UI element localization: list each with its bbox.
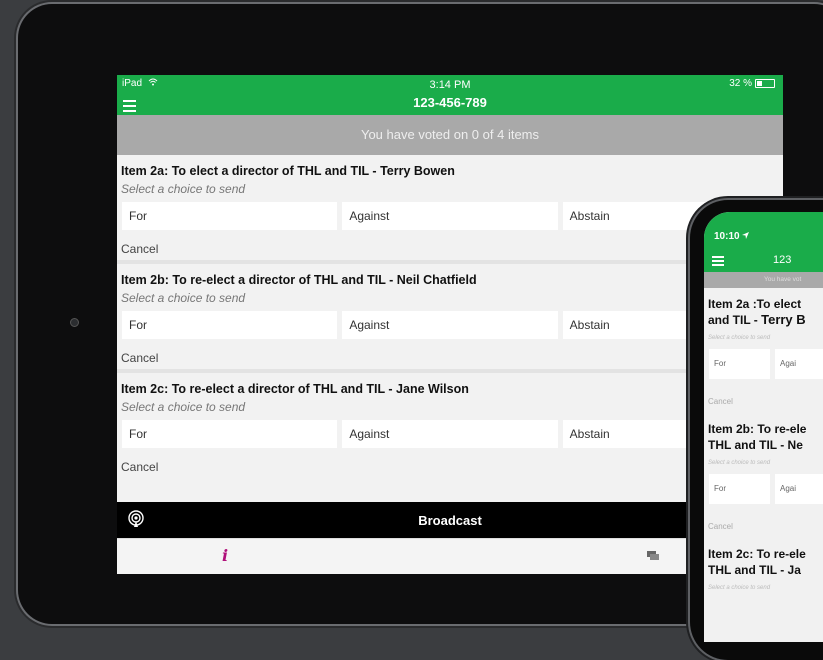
iphone-status-bar: 10:10 123 bbox=[704, 212, 823, 272]
iphone-screen: 10:10 123 You have vot Item 2a :To elect… bbox=[704, 212, 823, 642]
bottom-tab-bar: i bbox=[117, 538, 783, 575]
vote-item: Item 2b: To re-elect a director of THL a… bbox=[117, 264, 783, 373]
battery-icon bbox=[755, 79, 775, 88]
status-time: 3:14 PM bbox=[429, 79, 471, 91]
iphone-time-text: 10:10 bbox=[714, 231, 740, 242]
item-title: Item 2a :To elect and TIL - Terry B bbox=[704, 288, 823, 328]
voted-status-bar: You have voted on 0 of 4 items bbox=[117, 115, 783, 155]
broadcast-bar[interactable]: Broadcast bbox=[117, 502, 783, 538]
info-icon[interactable]: i bbox=[222, 546, 228, 565]
item-title: Item 2a: To elect a director of THL and … bbox=[121, 164, 455, 178]
battery-indicator: 32 % bbox=[729, 78, 775, 89]
item-title-line: THL and TIL - Ne bbox=[708, 438, 803, 452]
item-subtitle: Select a choice to send bbox=[708, 460, 771, 466]
ipad-status-bar: iPad 3:14 PM 123-456-789 32 % bbox=[117, 75, 783, 115]
iphone-status-time: 10:10 bbox=[714, 231, 750, 242]
choice-group: For Against Abstain bbox=[117, 305, 783, 339]
voted-status-bar: You have vot bbox=[704, 272, 823, 288]
battery-percent: 32 % bbox=[729, 78, 752, 89]
item-title: Item 2c: To re-elect a director of THL a… bbox=[121, 382, 469, 396]
for-button[interactable]: For bbox=[709, 474, 770, 504]
item-title: Item 2c: To re-ele THL and TIL - Ja bbox=[704, 538, 823, 578]
choice-group: For Agai bbox=[704, 466, 823, 504]
item-subtitle: Select a choice to send bbox=[708, 335, 771, 341]
for-button[interactable]: For bbox=[122, 420, 338, 448]
against-button[interactable]: Against bbox=[342, 420, 558, 448]
ipad-screen: iPad 3:14 PM 123-456-789 32 % You have v… bbox=[117, 75, 783, 605]
item-subtitle: Select a choice to send bbox=[121, 400, 246, 414]
for-button[interactable]: For bbox=[122, 311, 338, 339]
location-arrow-icon bbox=[742, 232, 750, 239]
item-title: Item 2b: To re-ele THL and TIL - Ne bbox=[704, 413, 823, 453]
against-button[interactable]: Agai bbox=[775, 349, 823, 379]
vote-item: Item 2a :To elect and TIL - Terry B Sele… bbox=[704, 288, 823, 413]
menu-icon[interactable] bbox=[123, 100, 136, 115]
choice-group: For Against Abstain bbox=[117, 196, 783, 230]
against-button[interactable]: Agai bbox=[775, 474, 823, 504]
ipad-bezel-bottom bbox=[117, 574, 783, 605]
vote-item: Item 2a: To elect a director of THL and … bbox=[117, 155, 783, 264]
iphone-device: 10:10 123 You have vot Item 2a :To elect… bbox=[690, 200, 823, 660]
cancel-button[interactable]: Cancel bbox=[117, 448, 783, 476]
cancel-button[interactable]: Cancel bbox=[704, 504, 823, 532]
vote-item: Item 2b: To re-ele THL and TIL - Ne Sele… bbox=[704, 413, 823, 538]
ipad-home-camera bbox=[70, 318, 79, 327]
choice-group: For Agai bbox=[704, 341, 823, 379]
item-title-line: THL and TIL - Ja bbox=[708, 563, 801, 577]
item-title-line: and TIL - Terry B bbox=[708, 312, 823, 328]
item-title-prefix: and TIL - bbox=[708, 313, 762, 327]
cancel-button[interactable]: Cancel bbox=[704, 379, 823, 407]
item-title-line: Item 2b: To re-ele bbox=[708, 422, 807, 436]
choice-group: For Against Abstain bbox=[117, 414, 783, 448]
broadcast-label: Broadcast bbox=[418, 513, 482, 528]
cancel-button[interactable]: Cancel bbox=[117, 339, 783, 367]
against-button[interactable]: Against bbox=[342, 311, 558, 339]
vote-item: Item 2c: To re-elect a director of THL a… bbox=[117, 373, 783, 476]
for-button[interactable]: For bbox=[122, 202, 338, 230]
item-subtitle: Select a choice to send bbox=[121, 291, 246, 305]
item-title: Item 2b: To re-elect a director of THL a… bbox=[121, 273, 477, 287]
item-title-line: Item 2a :To elect bbox=[708, 297, 802, 311]
phone-number-title: 123-456-789 bbox=[413, 95, 487, 110]
vote-item: Item 2c: To re-ele THL and TIL - Ja Sele… bbox=[704, 538, 823, 591]
item-title-line: Item 2c: To re-ele bbox=[708, 547, 806, 561]
phone-number-title: 123 bbox=[773, 254, 792, 266]
item-subtitle: Select a choice to send bbox=[708, 585, 771, 591]
item-subtitle: Select a choice to send bbox=[121, 182, 246, 196]
item-title-name: Terry B bbox=[761, 312, 806, 327]
for-button[interactable]: For bbox=[709, 349, 770, 379]
cancel-button[interactable]: Cancel bbox=[117, 230, 783, 258]
chat-icon[interactable] bbox=[647, 551, 659, 560]
against-button[interactable]: Against bbox=[342, 202, 558, 230]
menu-icon[interactable] bbox=[712, 256, 724, 268]
